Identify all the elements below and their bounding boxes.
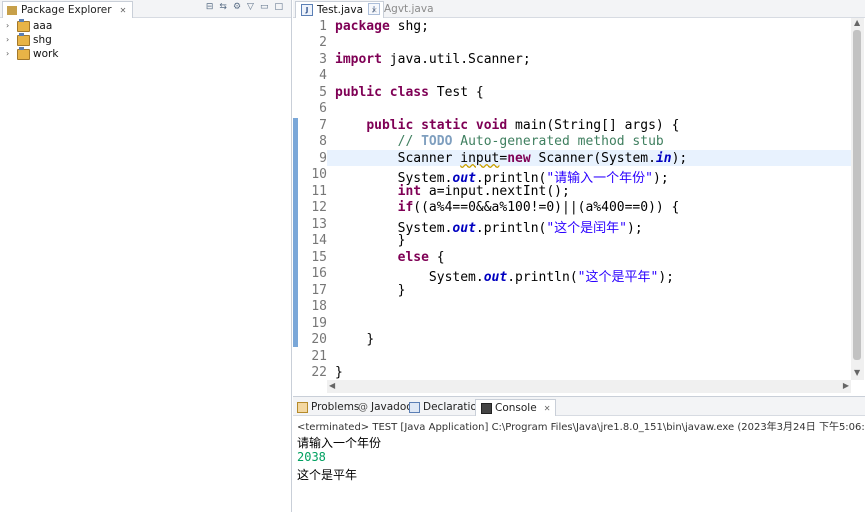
line-number: 8 <box>319 134 327 149</box>
console-icon <box>481 402 492 414</box>
code-line-12: if((a%4==0&&a%100!=0)||(a%400==0)) { <box>397 200 680 215</box>
code-line-15: else { <box>397 250 445 265</box>
tab-label: Agvt.java <box>384 2 434 15</box>
tab-label: Console <box>495 401 537 414</box>
code-line-17: } <box>397 283 406 298</box>
code-line-7: public static void main(String[] args) { <box>366 118 680 133</box>
line-number: 13 <box>311 217 327 232</box>
line-number: 19 <box>311 316 327 331</box>
problems-icon <box>297 401 308 413</box>
tab-problems[interactable]: Problems <box>297 399 359 415</box>
line-number: 4 <box>319 68 327 83</box>
tab-label: Javadoc <box>371 400 413 413</box>
line-number: 12 <box>311 200 327 215</box>
scroll-right-icon[interactable]: ▶ <box>843 381 849 390</box>
vertical-scroll-thumb[interactable] <box>853 30 861 360</box>
java-file-icon: J <box>368 3 380 15</box>
line-number: 16 <box>311 266 327 281</box>
expand-icon[interactable]: › <box>6 33 14 47</box>
console-output-line: 这个是平年 <box>297 468 358 482</box>
minimize-icon[interactable]: ▭ <box>260 2 269 12</box>
maximize-icon[interactable]: □ <box>274 2 283 12</box>
tab-javadoc[interactable]: @ Javadoc <box>358 399 412 415</box>
tree-item-aaa[interactable]: › aaa <box>6 18 53 33</box>
code-line-22: } <box>335 365 343 380</box>
tab-declaration[interactable]: Declaration <box>409 399 484 415</box>
horizontal-scrollbar[interactable]: ◀ ▶ <box>327 380 851 393</box>
console-output-line: 请输入一个年份 <box>297 436 382 450</box>
line-number: 6 <box>319 101 327 116</box>
line-number: 15 <box>311 250 327 265</box>
expand-icon[interactable]: › <box>6 47 14 61</box>
tree-item-label: shg <box>33 34 52 46</box>
line-number: 18 <box>311 299 327 314</box>
project-icon <box>17 46 30 60</box>
code-line-14: } <box>397 233 406 248</box>
code-line-20: } <box>366 332 375 347</box>
line-number: 5 <box>319 85 327 100</box>
change-ruler <box>293 118 298 347</box>
bottom-tabbar: Problems @ Javadoc Declaration Console ✕ <box>293 397 865 416</box>
filter-icon[interactable]: ⚙ <box>233 2 241 12</box>
scroll-down-icon[interactable]: ▼ <box>854 368 860 377</box>
line-number: 20 <box>311 332 327 347</box>
line-number: 7 <box>319 118 327 133</box>
code-line-8: // TODO Auto-generated method stub <box>397 134 664 149</box>
project-icon <box>17 32 30 46</box>
tree-item-shg[interactable]: › shg <box>6 32 52 47</box>
tab-console[interactable]: Console ✕ <box>475 399 557 416</box>
code-line-3: import java.util.Scanner; <box>335 52 531 67</box>
tab-label: Test.java <box>317 3 364 16</box>
scroll-up-icon[interactable]: ▲ <box>854 18 860 27</box>
line-number: 9 <box>319 151 327 166</box>
code-line-5: public class Test { <box>335 85 484 100</box>
package-explorer-icon <box>7 5 17 15</box>
close-icon[interactable]: ✕ <box>544 401 551 416</box>
line-number: 11 <box>311 184 327 199</box>
project-icon <box>17 18 30 32</box>
line-number: 10 <box>311 167 327 182</box>
view-menu-icon[interactable]: ▽ <box>247 2 254 12</box>
code-line-1: package shg; <box>335 19 429 34</box>
tree-item-work[interactable]: › work <box>6 46 59 61</box>
console-input-line: 2038 <box>297 450 326 464</box>
console-panel: Problems @ Javadoc Declaration Console ✕… <box>293 396 865 513</box>
tree-item-label: aaa <box>33 20 53 32</box>
code-line-9: Scanner input=new Scanner(System.in); <box>397 151 688 166</box>
link-editor-icon[interactable]: ⇆ <box>219 2 227 12</box>
tab-agvt-java[interactable]: J Agvt.java <box>363 1 439 17</box>
package-explorer-tabbar: Package Explorer ✕ ⊟ ⇆ ⚙ ▽ ▭ □ <box>0 0 291 18</box>
javadoc-icon: @ <box>358 401 368 413</box>
tab-label: Problems <box>311 400 360 413</box>
package-explorer-view: Package Explorer ✕ ⊟ ⇆ ⚙ ▽ ▭ □ › aaa › s… <box>0 0 292 512</box>
line-number: 22 <box>311 365 327 380</box>
scroll-left-icon[interactable]: ◀ <box>329 381 335 390</box>
line-number: 3 <box>319 52 327 67</box>
java-file-icon: J <box>301 4 313 16</box>
java-editor: J Test.java ✕ J Agvt.java 1 2 3 4 5 6 7 … <box>293 0 865 395</box>
terminated-status: <terminated> TEST [Java Application] C:\… <box>297 422 865 433</box>
line-number: 21 <box>311 349 327 364</box>
code-line-11: int a=input.nextInt(); <box>397 184 570 199</box>
collapse-all-icon[interactable]: ⊟ <box>206 2 214 12</box>
editor-tabbar: J Test.java ✕ J Agvt.java <box>293 0 865 18</box>
declaration-icon <box>409 401 420 413</box>
line-number: 14 <box>311 233 327 248</box>
line-number: 1 <box>319 19 327 34</box>
close-icon[interactable]: ✕ <box>120 3 127 18</box>
package-explorer-tab-label: Package Explorer <box>21 3 112 16</box>
line-number: 2 <box>319 35 327 50</box>
view-toolbar: ⊟ ⇆ ⚙ ▽ ▭ □ <box>206 2 283 12</box>
expand-icon[interactable]: › <box>6 19 14 33</box>
tree-item-label: work <box>33 48 59 60</box>
line-number: 17 <box>311 283 327 298</box>
package-explorer-tab[interactable]: Package Explorer ✕ <box>2 1 134 18</box>
